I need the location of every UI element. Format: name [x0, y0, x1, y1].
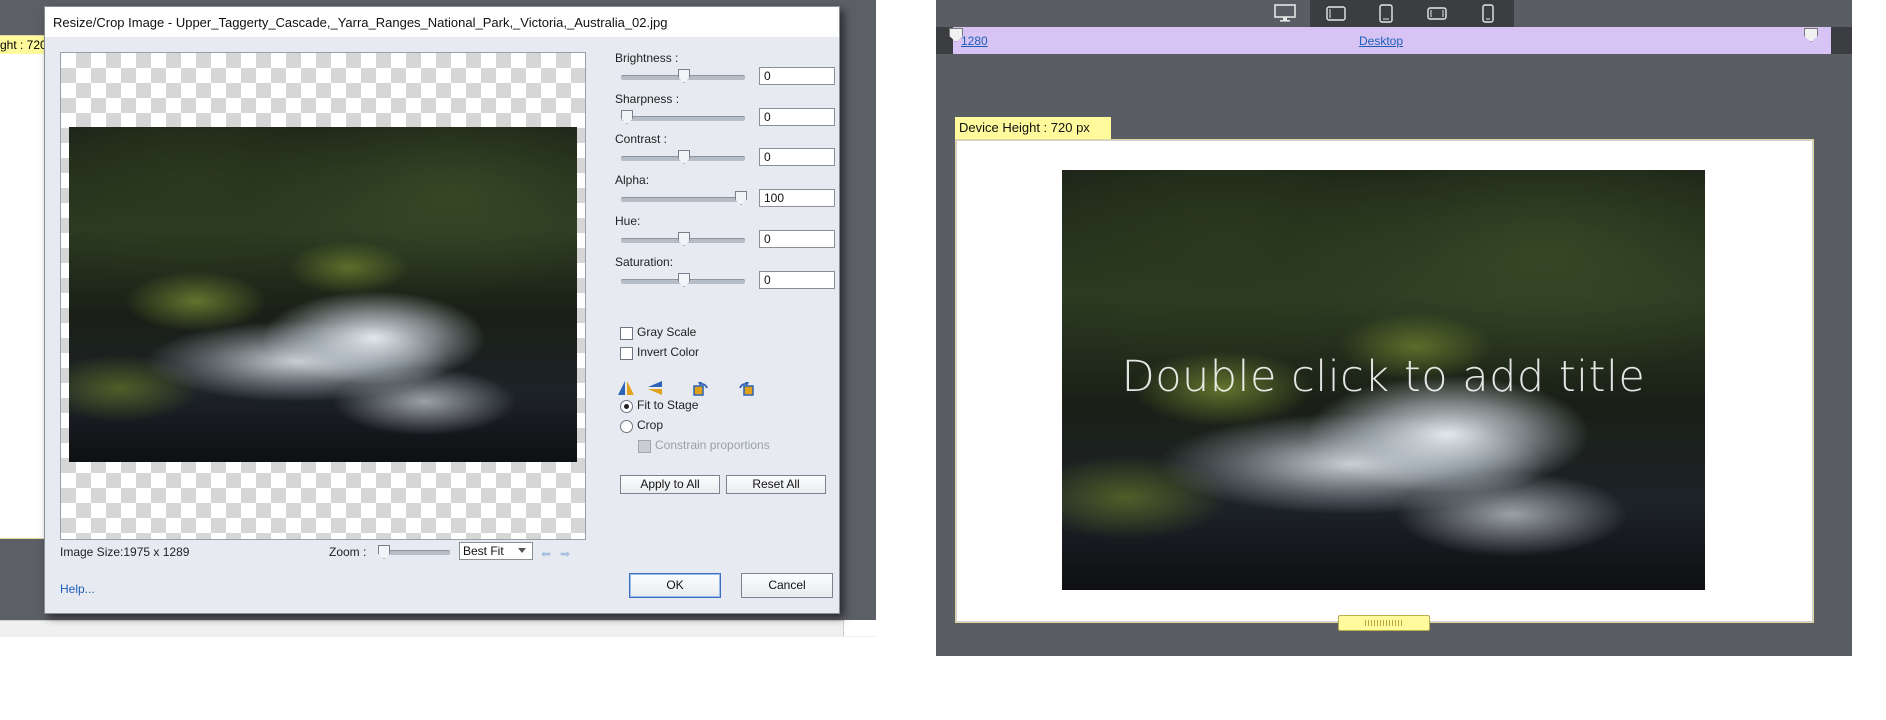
adjustment-value-input[interactable]: 0 — [759, 108, 835, 126]
crop-label: Crop — [637, 418, 664, 432]
radio-selected-dot — [624, 404, 629, 409]
ruler-device-label[interactable]: Desktop — [1359, 34, 1403, 48]
device-height-tag: Device Height : 720 px — [955, 117, 1111, 139]
zoom-slider-thumb[interactable] — [378, 545, 390, 559]
apply-to-all-button[interactable]: Apply to All — [620, 475, 720, 494]
adjustment-slider-thumb[interactable] — [678, 150, 690, 164]
constrain-proportions-label: Constrain proportions — [655, 438, 770, 452]
dialog-title: Resize/Crop Image - Upper_Taggerty_Casca… — [53, 15, 668, 30]
reset-all-button[interactable]: Reset All — [726, 475, 826, 494]
phone-landscape-icon — [1427, 7, 1447, 20]
fit-to-stage-label: Fit to Stage — [637, 398, 699, 412]
adjustment-label: Contrast : — [615, 132, 668, 146]
adjustment-slider-thumb[interactable] — [678, 69, 690, 83]
arrow-right-icon[interactable]: ➡ — [560, 547, 570, 561]
adjustment-label: Brightness : — [615, 51, 679, 65]
adjustment-label: Saturation: — [615, 255, 674, 269]
adjustments-panel: Brightness : 0 Sharpness : 0 Contrast : 0 Alph… — [615, 51, 835, 291]
rotate-right-icon[interactable] — [737, 379, 755, 397]
gray-scale-label: Gray Scale — [637, 325, 697, 339]
grip-icon — [1365, 620, 1403, 626]
tablet-portrait-icon — [1379, 4, 1393, 23]
adjustment-value-input[interactable]: 0 — [759, 67, 835, 85]
gray-scale-checkbox[interactable] — [620, 327, 633, 340]
ruler-width-label[interactable]: 1280 — [961, 34, 988, 48]
dialog-titlebar[interactable]: Resize/Crop Image - Upper_Taggerty_Casca… — [45, 7, 839, 37]
crop-radio[interactable] — [620, 420, 633, 433]
preview-photo-waterfall[interactable] — [69, 127, 577, 462]
flip-vertical-icon[interactable] — [646, 379, 664, 397]
adjustment-slider-track[interactable] — [621, 197, 745, 202]
cancel-button[interactable]: Cancel — [741, 573, 833, 598]
adjustment-value-input[interactable]: 100 — [759, 189, 835, 207]
fit-to-stage-radio[interactable] — [620, 400, 633, 413]
zoom-select[interactable]: Best Fit — [459, 542, 533, 560]
arrow-left-icon[interactable]: ⬅ — [541, 547, 551, 561]
image-size-text: Image Size:1975 x 1289 — [60, 545, 190, 559]
left-stage-edge — [0, 35, 47, 539]
help-link[interactable]: Help... — [60, 582, 95, 596]
horizontal-scrollbar[interactable] — [0, 620, 876, 637]
image-preview[interactable] — [60, 52, 586, 540]
adjustment-value-input[interactable]: 0 — [759, 148, 835, 166]
zoom-select-value: Best Fit — [463, 544, 504, 558]
stage-height-resize-handle[interactable] — [1338, 615, 1430, 631]
constrain-proportions-checkbox[interactable] — [638, 440, 651, 453]
adjustment-slider-thumb[interactable] — [735, 191, 747, 205]
rotate-left-icon[interactable] — [692, 379, 710, 397]
tab-tablet-portrait[interactable] — [1361, 0, 1411, 27]
stage-title-placeholder[interactable]: Double click to add title — [1062, 352, 1705, 402]
adjustment-slider-thumb[interactable] — [621, 110, 633, 124]
phone-portrait-icon — [1482, 4, 1494, 23]
ok-button[interactable]: OK — [629, 573, 721, 598]
device-tabs — [1260, 0, 1514, 27]
tab-phone-portrait[interactable] — [1463, 0, 1513, 27]
adjustment-label: Alpha: — [615, 173, 650, 187]
invert-color-label: Invert Color — [637, 345, 700, 359]
ruler-right-edge — [1831, 27, 1852, 54]
adjustment-value-input[interactable]: 0 — [759, 271, 835, 289]
resize-crop-dialog: Resize/Crop Image - Upper_Taggerty_Casca… — [44, 6, 840, 614]
tab-phone-landscape[interactable] — [1412, 0, 1462, 27]
desktop-icon — [1274, 4, 1296, 22]
adjustment-value-input[interactable]: 0 — [759, 230, 835, 248]
tablet-landscape-icon — [1326, 6, 1346, 21]
adjustment-label: Sharpness : — [615, 92, 680, 106]
left-height-tag: ght : 720 — [0, 36, 48, 54]
zoom-label: Zoom : — [329, 545, 367, 559]
zoom-slider[interactable] — [378, 545, 450, 559]
flip-horizontal-icon[interactable] — [617, 379, 635, 397]
adjustment-label: Hue: — [615, 214, 641, 228]
breakpoint-ruler[interactable]: 1280 Desktop — [953, 27, 1831, 54]
scrollbar-corner — [843, 620, 877, 636]
adjustment-slider-thumb[interactable] — [678, 273, 690, 287]
adjustment-slider-track[interactable] — [621, 116, 745, 121]
tab-tablet-landscape[interactable] — [1311, 0, 1361, 27]
adjustment-slider-thumb[interactable] — [678, 232, 690, 246]
invert-color-checkbox[interactable] — [620, 347, 633, 360]
chevron-down-icon — [518, 548, 526, 553]
tab-desktop[interactable] — [1260, 0, 1310, 27]
